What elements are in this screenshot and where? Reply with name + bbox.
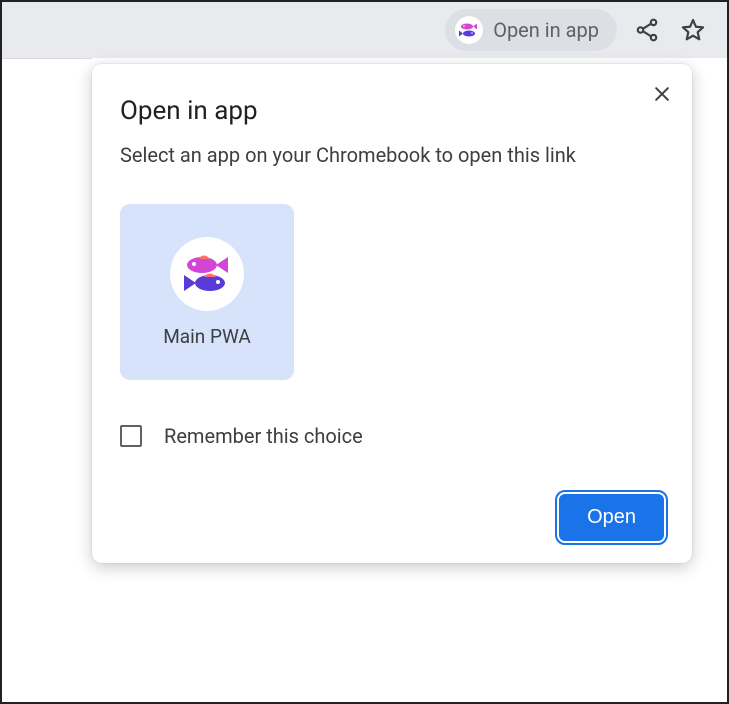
open-in-app-chip[interactable]: Open in app	[445, 9, 617, 51]
chip-label: Open in app	[493, 18, 599, 42]
window-frame: Open in app Open in app Selec	[0, 0, 729, 704]
fish-icon	[455, 16, 483, 44]
app-name-label: Main PWA	[163, 325, 251, 348]
open-button[interactable]: Open	[559, 494, 664, 541]
fish-icon	[170, 237, 244, 311]
dialog-subtitle: Select an app on your Chromebook to open…	[120, 140, 640, 170]
checkbox-icon[interactable]	[120, 425, 142, 447]
open-in-app-dialog: Open in app Select an app on your Chrome…	[92, 64, 692, 563]
remember-label: Remember this choice	[164, 424, 363, 448]
browser-toolbar: Open in app	[2, 2, 727, 58]
remember-choice-row[interactable]: Remember this choice	[120, 424, 664, 448]
toolbar-divider	[2, 58, 92, 66]
share-icon[interactable]	[631, 14, 663, 46]
star-icon[interactable]	[677, 14, 709, 46]
dialog-title: Open in app	[120, 96, 664, 126]
app-tile-main-pwa[interactable]: Main PWA	[120, 204, 294, 380]
dialog-button-row: Open	[120, 494, 664, 541]
close-button[interactable]	[646, 78, 678, 110]
